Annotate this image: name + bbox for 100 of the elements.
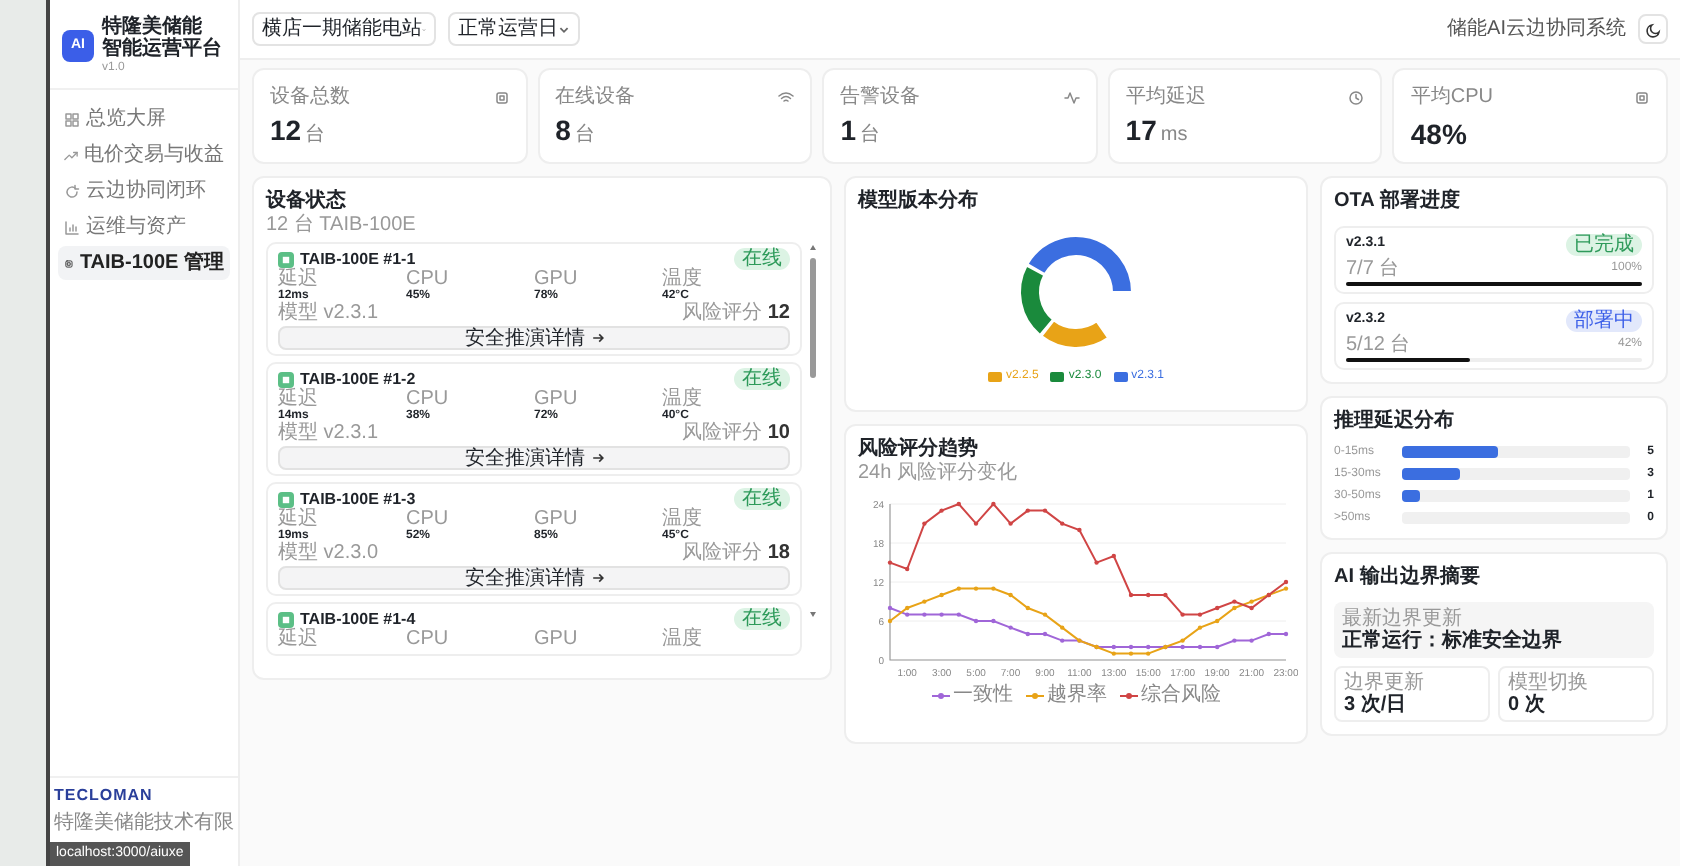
metric-label: 温度	[662, 510, 704, 530]
stat-unit: 台	[859, 121, 880, 150]
data-point	[973, 618, 979, 624]
moon-icon	[1645, 21, 1661, 37]
status-badge: 在线	[734, 368, 790, 390]
legend-label: 综合风险	[1141, 684, 1221, 706]
device-name: TAIB-100E #1-2	[300, 367, 416, 388]
data-point	[956, 612, 961, 617]
field-value: 正常运行：标准安全边界	[1342, 630, 1564, 652]
data-point	[1042, 508, 1048, 513]
data-point	[1042, 631, 1048, 637]
wifi-icon	[778, 89, 795, 105]
detail-button[interactable]: 安全推演详情	[278, 566, 790, 590]
sidebar-item[interactable]: 云边协同闭环	[58, 174, 230, 208]
field-label: 最新边界更新	[1342, 608, 1462, 630]
clock-icon	[1348, 89, 1365, 105]
data-point	[1077, 527, 1082, 533]
theme-toggle-button[interactable]	[1638, 14, 1668, 44]
detail-button[interactable]: 安全推演详情	[278, 326, 790, 350]
status-badge: 已完成	[1566, 234, 1642, 256]
data-point	[1197, 625, 1203, 630]
data-point	[1060, 638, 1065, 643]
risk-score: 风险评分 18	[682, 544, 790, 564]
chip-icon	[278, 371, 294, 387]
data-point	[1128, 592, 1134, 598]
legend-marker	[931, 691, 949, 699]
chevron-down-icon	[558, 23, 570, 35]
risk-score: 风险评分 12	[682, 304, 790, 324]
status-badge: 在线	[734, 608, 790, 630]
data-point	[1008, 521, 1013, 526]
data-point	[1163, 592, 1168, 598]
stat-value: 1	[840, 114, 856, 146]
data-point	[1094, 560, 1099, 565]
stat-label: 平均CPU	[1410, 84, 1494, 112]
data-point	[973, 521, 979, 526]
panel-title: 模型版本分布	[858, 190, 980, 214]
legend-label: 越界率	[1047, 684, 1107, 706]
status-badge: 在线	[734, 488, 790, 510]
chip-icon	[1634, 89, 1650, 105]
stat-value: 48%	[1410, 118, 1467, 150]
data-point	[1266, 631, 1271, 637]
data-point	[1025, 631, 1030, 637]
trend-icon	[64, 147, 78, 163]
data-point	[1060, 625, 1065, 630]
app-title: 智能运营平台	[102, 38, 222, 60]
device-name: TAIB-100E #1-3	[300, 487, 416, 508]
data-point	[939, 612, 944, 617]
chip-icon	[278, 611, 294, 627]
stat-value: 8	[555, 114, 571, 146]
data-point	[1215, 618, 1220, 624]
data-point	[1215, 605, 1220, 611]
model-version: 模型 v2.3.0	[278, 544, 379, 564]
metric-label: CPU	[406, 390, 451, 410]
arrow-right-icon	[591, 572, 603, 584]
company-name: 特隆美储能技术有限	[54, 809, 234, 838]
sidebar-item[interactable]: 运维与资产	[58, 210, 230, 244]
data-point	[1197, 644, 1203, 650]
model-version: 模型 v2.3.1	[278, 304, 379, 324]
legend-marker	[1119, 691, 1137, 699]
data-point	[991, 618, 996, 624]
data-point	[922, 612, 927, 617]
status-badge: 在线	[734, 248, 790, 270]
data-point	[1197, 612, 1203, 617]
system-name: 储能AI云边协同系统	[1447, 15, 1626, 44]
device-count: 7/7 台	[1346, 258, 1400, 280]
detail-button[interactable]: 安全推演详情	[278, 446, 790, 470]
panel-title: AI 输出边界摘要	[1334, 566, 1482, 590]
data-point	[973, 586, 979, 591]
data-point	[1232, 638, 1237, 643]
metric-label: GPU	[534, 510, 580, 530]
dropdown[interactable]: 正常运营日	[448, 12, 580, 46]
data-point	[939, 592, 944, 598]
dropdown[interactable]: 横店一期储能电站	[252, 12, 436, 46]
data-point	[991, 586, 996, 591]
field-label: 边界更新	[1344, 672, 1426, 694]
legend-label: 一致性	[953, 684, 1013, 706]
data-point	[887, 560, 893, 565]
brand-logo: TECLOMAN	[54, 784, 155, 808]
panel-subtitle: 24h 风险评分变化	[858, 462, 1019, 486]
data-point	[1042, 612, 1048, 617]
panel-title: 风险评分趋势	[858, 438, 980, 461]
arrow-right-icon	[591, 332, 603, 344]
grid-icon	[64, 111, 80, 127]
panel-title: 设备状态	[266, 190, 348, 213]
app-title: 特隆美储能	[102, 16, 202, 38]
sidebar-item[interactable]: 电价交易与收益	[58, 138, 230, 172]
arrow-right-icon	[591, 452, 603, 464]
metric-label: GPU	[534, 390, 580, 410]
scrollbar[interactable]	[808, 242, 818, 622]
sidebar-item[interactable]: TAIB-100E 管理	[58, 246, 230, 280]
sidebar-item[interactable]: 总览大屏	[58, 102, 230, 136]
data-point	[1008, 592, 1013, 598]
chip-icon	[278, 251, 294, 267]
stat-value: 17	[1125, 114, 1157, 146]
metric-label: GPU	[534, 630, 580, 650]
bar-chart-icon	[64, 219, 80, 235]
activity-icon	[1063, 89, 1080, 105]
metric-label: 延迟	[278, 390, 320, 410]
refresh-icon	[64, 183, 80, 199]
field-value: 0 次	[1508, 694, 1547, 716]
